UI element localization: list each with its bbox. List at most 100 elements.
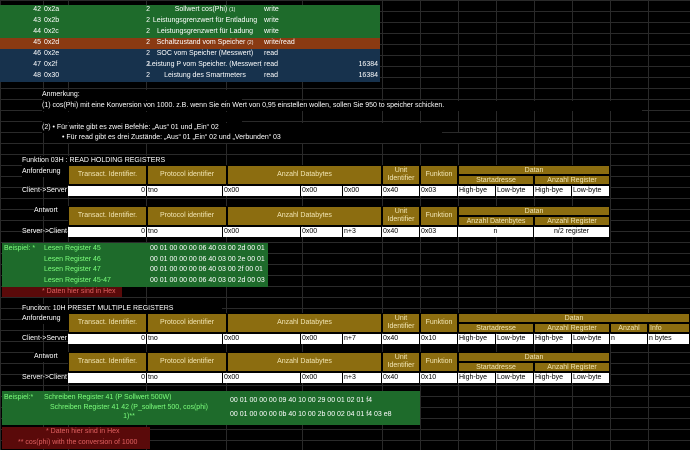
reg-desc: Leistungsgrenzwert für Ladung: [156, 28, 254, 35]
example-row-hex: 00 01 00 00 00 06 40 03 00 2d 00 01: [150, 245, 265, 252]
note-spacer: [42, 112, 242, 122]
example-row-hex: 00 01 00 00 00 06 40 03 00 2d 00 03: [150, 277, 265, 284]
cell: 0x00: [223, 373, 301, 383]
cell: tno: [147, 334, 223, 344]
hdr-tid: Transact. Identifier.: [68, 352, 147, 372]
example-row-hex: 00 01 00 00 00 06 40 03 00 2e 00 01: [150, 256, 265, 263]
notes-title: Anmerkung:: [42, 90, 242, 100]
cell: 0: [68, 334, 147, 344]
hdr-cnt: Anzahl Databytes: [227, 165, 382, 185]
reg-desc: SOC vom Speicher (Messwert): [156, 50, 254, 57]
cell: n+3: [343, 373, 382, 383]
cell: 0x00: [301, 334, 343, 344]
reg-num: 47: [33, 61, 41, 68]
reg-num: 45: [33, 39, 41, 46]
example-row-name: Lesen Register 47: [44, 266, 101, 273]
cell: 0x00: [223, 227, 301, 237]
cell: 0x00: [301, 227, 343, 237]
reg-hex: 0x2a: [44, 6, 60, 13]
reg-value: 16384: [358, 72, 378, 79]
cell: High-bye: [534, 334, 572, 344]
reg-len: 2: [146, 61, 150, 68]
reg-rw: read: [264, 72, 279, 79]
reg-num: 46: [33, 50, 41, 57]
note-2b: • Für read gibt es drei Zustände: „Aus“ …: [62, 133, 462, 143]
hdr-startadresse: Startadresse: [458, 362, 534, 372]
reg-rw: write: [264, 17, 279, 24]
example-row-name: Schreiben Register 41 (P Sollwert 500W): [44, 394, 172, 401]
cell: High-bye: [458, 373, 496, 383]
reg-len: 2: [146, 50, 150, 57]
hdr-uid: Unit Identifier: [382, 206, 420, 226]
cell: 0x10: [420, 334, 458, 344]
cell: 0x40: [382, 334, 420, 344]
hdr-data: Datan: [458, 165, 610, 175]
hdr-tid: Transact. Identifier.: [68, 206, 147, 226]
hdr-pid: Protocol identifier: [147, 206, 227, 226]
cell: tno: [147, 186, 223, 196]
hdr-anzahl-register: Anzahl Register: [534, 175, 610, 185]
example-row-hex: 00 01 00 00 00 0b 40 10 00 2b 00 02 04 0…: [230, 411, 392, 418]
cell: 0x00: [343, 186, 382, 196]
cell: 0x40: [382, 373, 420, 383]
cell: n: [610, 334, 648, 344]
reg-desc: Leistung des Smartmeters: [164, 72, 246, 79]
example1-note: * Daten hier sind in Hex: [2, 287, 122, 297]
reg-hex: 0x2c: [44, 28, 59, 35]
reg-hex: 0x2b: [44, 17, 60, 24]
example-row-hex: 00 01 00 00 00 06 40 03 00 2f 00 01: [150, 266, 263, 273]
reg-rw: write: [264, 6, 279, 13]
reg-len: 2: [146, 28, 150, 35]
cell: 0: [68, 373, 147, 383]
reg-len: 2: [146, 17, 150, 24]
reg-rw: read: [264, 61, 279, 68]
hdr-anzahl-register: Anzahl Register: [534, 323, 610, 333]
cell: High-bye: [458, 334, 496, 344]
reg-desc: Leistung P vom Speicher. (Messwert): [148, 61, 262, 68]
cell: Low-byte: [496, 373, 534, 383]
hdr-cnt: Anzahl Databytes: [227, 352, 382, 372]
hdr-startadresse: Startadresse: [458, 175, 534, 185]
example-row-name: Schreiben Register 41 42 (P_sollwert 500…: [50, 404, 208, 420]
reg-rw: read: [264, 50, 279, 57]
example2-note1: * Daten hier sind in Hex: [2, 427, 150, 438]
cell: 0x00: [301, 373, 343, 383]
hdr-anzahl-datenbytes: Anzahl Datenbytes: [458, 216, 534, 226]
hdr-anzahl-register: Anzahl Register: [534, 216, 610, 226]
cell: Low-byte: [572, 186, 610, 196]
cell: Low-byte: [572, 373, 610, 383]
hdr-fn: Funktion: [420, 313, 458, 333]
cell: 0x00: [301, 186, 343, 196]
example2-label: Beispiel:*: [4, 394, 34, 401]
example-row-hex: 00 01 00 00 00 09 40 10 00 29 00 01 02 0…: [230, 397, 373, 404]
note-2a: (2) • Für write gibt es zwei Befehle: „A…: [42, 123, 442, 133]
reg-hex: 0x2f: [44, 61, 58, 68]
cell: 0x00: [223, 334, 301, 344]
reg-hex: 0x30: [44, 72, 60, 79]
reg-desc: Leistungsgrenzwert für Entladung: [152, 17, 258, 24]
hdr-startadresse: Startadresse: [458, 323, 534, 333]
reg-num: 42: [33, 6, 41, 13]
cell: tno: [147, 373, 223, 383]
hdr-data: Datan: [458, 206, 610, 216]
reg-num: 43: [33, 17, 41, 24]
cell: High-bye: [534, 186, 572, 196]
cell: tno: [147, 227, 223, 237]
reg-len: 2: [146, 39, 150, 46]
reg-len: 2: [146, 6, 150, 13]
cell: n/2 register: [534, 227, 610, 237]
example-row-name: Lesen Register 45-47: [44, 277, 111, 284]
reg-hex: 0x2e: [44, 50, 60, 57]
reg-hex: 0x2d: [44, 39, 60, 46]
hdr-cnt: Anzahl Databytes: [227, 206, 382, 226]
reg-rw: write: [264, 28, 279, 35]
reg-rw: write/read: [264, 39, 295, 46]
hdr-fn: Funktion: [420, 206, 458, 226]
example-row-name: Lesen Register 46: [44, 256, 101, 263]
hdr-tid: Transact. Identifier.: [68, 313, 147, 333]
cell: 0x03: [420, 227, 458, 237]
hdr-uid: Unit Identifier: [382, 313, 420, 333]
cell: High-bye: [534, 373, 572, 383]
cell: 0x00: [223, 186, 301, 196]
hdr-uid: Unit Identifier: [382, 165, 420, 185]
